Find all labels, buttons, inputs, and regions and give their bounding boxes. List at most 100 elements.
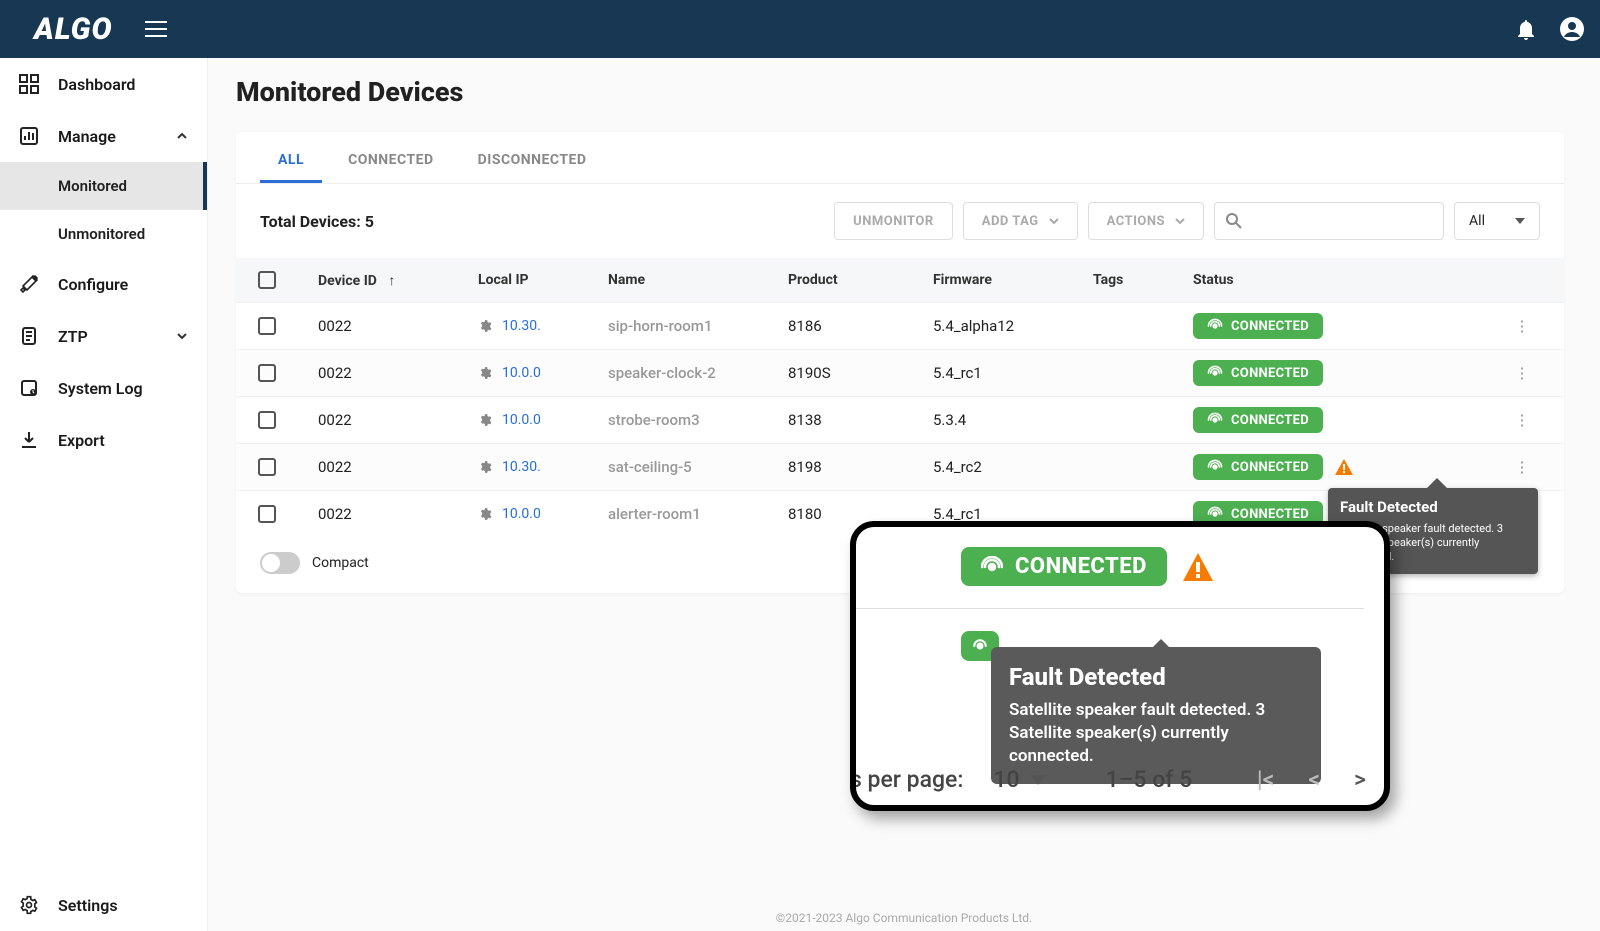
- inset-rpp-partial: s per page:: [850, 766, 963, 793]
- row-checkbox[interactable]: [258, 505, 276, 523]
- col-name[interactable]: Name: [608, 272, 788, 288]
- sidebar-item-systemlog[interactable]: System Log: [0, 362, 207, 414]
- sidebar-item-settings[interactable]: Settings: [0, 879, 207, 931]
- ip-link[interactable]: 10.30.: [502, 459, 541, 475]
- cell-name: sip-horn-room1: [608, 317, 788, 335]
- search-icon: [1225, 212, 1243, 230]
- sidebar-item-manage[interactable]: Manage: [0, 110, 207, 162]
- cell-name: alerter-room1: [608, 505, 788, 523]
- account-icon[interactable]: [1560, 17, 1584, 41]
- row-checkbox[interactable]: [258, 411, 276, 429]
- zoom-inset: CONNECTED Fault Detected Satellite speak…: [850, 521, 1390, 811]
- tabs: ALL CONNECTED DISCONNECTED: [236, 132, 1564, 184]
- systemlog-icon: [18, 378, 40, 398]
- cell-name: speaker-clock-2: [608, 364, 788, 382]
- chevron-down-icon: [175, 329, 189, 343]
- cell-status: CONNECTED: [1193, 407, 1492, 433]
- sidebar-item-label: Dashboard: [58, 75, 135, 94]
- status-chip: CONNECTED: [1193, 407, 1323, 433]
- cell-product: 8186: [788, 317, 933, 335]
- total-devices: Total Devices: 5: [260, 212, 374, 231]
- sidebar-item-ztp[interactable]: ZTP: [0, 310, 207, 362]
- ip-link[interactable]: 10.0.0: [502, 412, 541, 428]
- gear-icon[interactable]: [478, 507, 492, 521]
- row-checkbox[interactable]: [258, 458, 276, 476]
- row-menu-icon[interactable]: ⋮: [1492, 317, 1552, 335]
- sidebar-item-label: Configure: [58, 275, 128, 294]
- col-local-ip[interactable]: Local IP: [478, 272, 608, 288]
- col-status[interactable]: Status: [1193, 272, 1492, 288]
- cell-status: CONNECTED: [1193, 313, 1492, 339]
- select-all-checkbox[interactable]: [258, 271, 276, 289]
- table-row[interactable]: 002210.0.0strobe-room381385.3.4CONNECTED…: [236, 396, 1564, 443]
- table-row[interactable]: 002210.0.0speaker-clock-28190S5.4_rc1CON…: [236, 349, 1564, 396]
- row-menu-icon[interactable]: ⋮: [1492, 364, 1552, 382]
- inset-page-prev-icon[interactable]: <: [1308, 766, 1320, 793]
- status-chip: CONNECTED: [1193, 454, 1323, 480]
- compact-label: Compact: [312, 555, 369, 571]
- inset-page-next-icon[interactable]: >: [1354, 766, 1366, 793]
- col-product[interactable]: Product: [788, 272, 933, 288]
- col-device-id[interactable]: Device ID ↑: [318, 272, 478, 289]
- sidebar-sub-unmonitored[interactable]: Unmonitored: [0, 210, 207, 258]
- table-row[interactable]: 002210.30.sat-ceiling-581985.4_rc2CONNEC…: [236, 443, 1564, 490]
- gear-icon[interactable]: [478, 460, 492, 474]
- sidebar-item-label: Unmonitored: [58, 225, 145, 243]
- top-bar: ALGO: [0, 0, 1600, 58]
- settings-icon: [18, 895, 40, 915]
- row-menu-icon[interactable]: ⋮: [1492, 411, 1552, 429]
- sidebar-item-configure[interactable]: Configure: [0, 258, 207, 310]
- dashboard-icon: [18, 74, 40, 94]
- manage-icon: [18, 126, 40, 146]
- tooltip-title: Fault Detected: [1340, 498, 1526, 518]
- search-input[interactable]: [1243, 213, 1433, 229]
- tab-connected[interactable]: CONNECTED: [330, 140, 452, 183]
- tab-disconnected[interactable]: DISCONNECTED: [460, 140, 605, 183]
- add-tag-button[interactable]: ADD TAG: [963, 202, 1078, 240]
- ip-link[interactable]: 10.0.0: [502, 506, 541, 522]
- unmonitor-button[interactable]: UNMONITOR: [834, 202, 953, 240]
- sidebar-sub-monitored[interactable]: Monitored: [0, 162, 207, 210]
- filter-label: All: [1469, 213, 1485, 229]
- row-menu-icon[interactable]: ⋮: [1492, 458, 1552, 476]
- table-row[interactable]: 002210.30.sip-horn-room181865.4_alpha12C…: [236, 302, 1564, 349]
- tab-all[interactable]: ALL: [260, 140, 322, 183]
- menu-toggle-icon[interactable]: [145, 21, 167, 37]
- status-chip: CONNECTED: [1193, 360, 1323, 386]
- search-input-wrapper: [1214, 202, 1444, 240]
- col-firmware[interactable]: Firmware: [933, 272, 1093, 288]
- brand-logo: ALGO: [34, 12, 113, 47]
- sidebar-item-dashboard[interactable]: Dashboard: [0, 58, 207, 110]
- row-checkbox[interactable]: [258, 317, 276, 335]
- sidebar-item-export[interactable]: Export: [0, 414, 207, 466]
- chevron-down-icon: [1175, 218, 1185, 224]
- inset-tooltip-body: Satellite speaker fault detected. 3 Sate…: [1009, 699, 1303, 768]
- status-chip: CONNECTED: [1193, 313, 1323, 339]
- status-filter[interactable]: All: [1454, 202, 1540, 240]
- cell-device-id: 0022: [318, 317, 478, 335]
- cell-firmware: 5.4_rc2: [933, 458, 1093, 476]
- sidebar-item-label: Settings: [58, 896, 118, 915]
- table-header: Device ID ↑ Local IP Name Product Firmwa…: [236, 258, 1564, 302]
- ip-link[interactable]: 10.30.: [502, 318, 541, 334]
- compact-toggle[interactable]: [260, 552, 300, 574]
- cell-device-id: 0022: [318, 411, 478, 429]
- col-tags[interactable]: Tags: [1093, 272, 1193, 288]
- chevron-up-icon: [175, 129, 189, 143]
- notifications-icon[interactable]: [1516, 18, 1536, 40]
- row-checkbox[interactable]: [258, 364, 276, 382]
- actions-button[interactable]: ACTIONS: [1088, 202, 1204, 240]
- inset-page-first-icon[interactable]: |<: [1257, 766, 1274, 793]
- inset-range: 1–5 of 5: [1106, 766, 1193, 793]
- export-icon: [18, 430, 40, 450]
- inset-rpp-select[interactable]: 10: [993, 766, 1045, 793]
- gear-icon[interactable]: [478, 319, 492, 333]
- cell-product: 8198: [788, 458, 933, 476]
- caret-down-icon: [1515, 218, 1525, 224]
- ip-link[interactable]: 10.0.0: [502, 365, 541, 381]
- sidebar-item-label: Monitored: [58, 177, 127, 195]
- sidebar-item-label: System Log: [58, 379, 143, 398]
- gear-icon[interactable]: [478, 366, 492, 380]
- gear-icon[interactable]: [478, 413, 492, 427]
- page-title: Monitored Devices: [236, 76, 1564, 108]
